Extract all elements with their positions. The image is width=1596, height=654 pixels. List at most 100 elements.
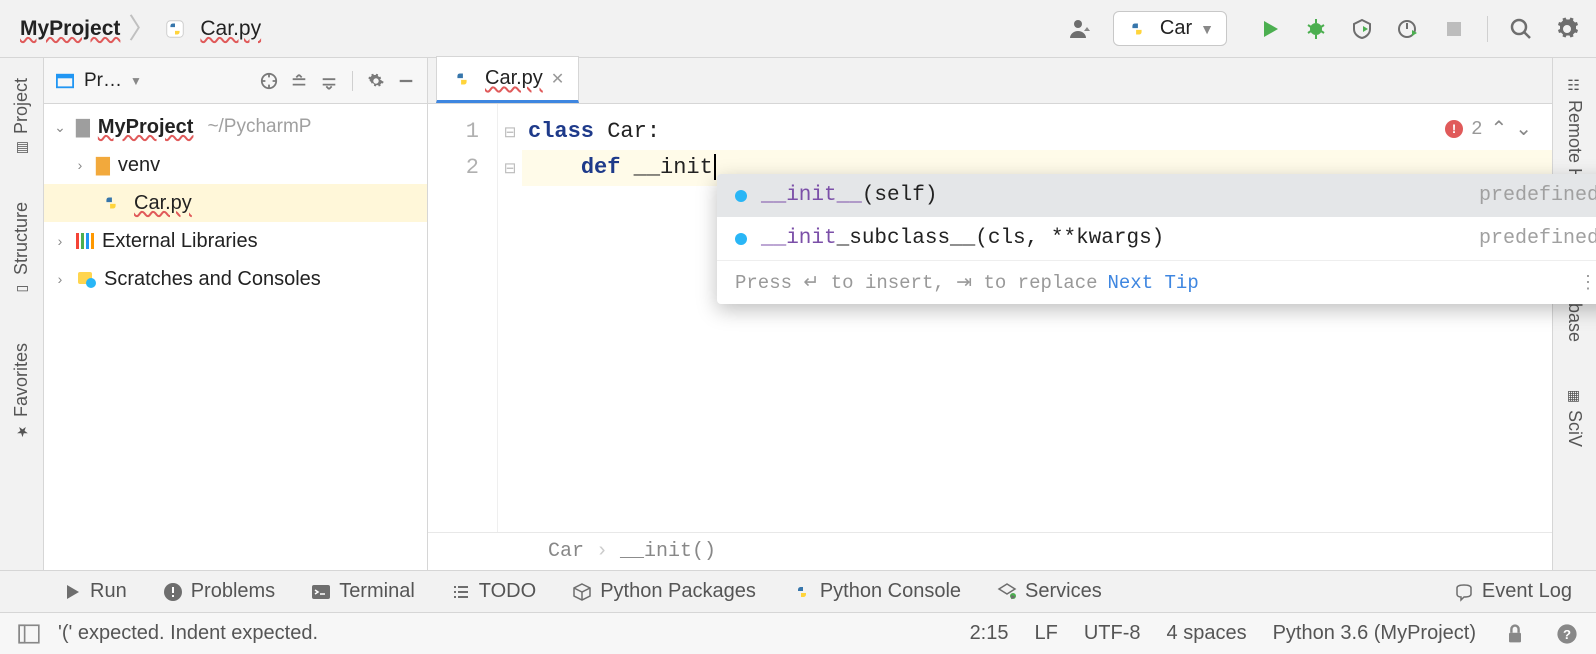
error-count: 2 <box>1471 118 1482 140</box>
more-icon[interactable]: ⋮ <box>1579 272 1596 294</box>
tw-terminal[interactable]: Terminal <box>311 580 415 603</box>
line-numbers: 1 2 <box>428 104 498 532</box>
run-button[interactable] <box>1257 16 1283 42</box>
folder-icon: ▇ <box>76 117 90 138</box>
libraries-icon <box>76 233 94 249</box>
breadcrumb: MyProject 〉 Car.py <box>20 15 261 43</box>
target-icon[interactable] <box>258 70 280 92</box>
tree-file-label: Car.py <box>134 192 192 215</box>
sidebar-project-tab[interactable]: ▤Project <box>7 70 36 164</box>
search-everywhere-button[interactable] <box>1508 16 1534 42</box>
tree-root[interactable]: ⌄ ▇ MyProject ~/PycharmP <box>44 108 427 146</box>
status-encoding[interactable]: UTF-8 <box>1084 622 1141 645</box>
crumb-class[interactable]: Car <box>548 540 584 563</box>
tree-venv-label: venv <box>118 154 160 177</box>
code-lines[interactable]: class Car: def __init __init__(self) pre… <box>522 104 1552 532</box>
completion-popup: __init__(self) predefined __init_subclas… <box>717 174 1596 304</box>
close-tab-icon[interactable]: ✕ <box>551 69 564 89</box>
status-message: '(' expected. Indent expected. <box>58 622 318 645</box>
fold-icon[interactable]: ⊟ <box>498 114 522 150</box>
scratches-icon <box>76 270 96 288</box>
coverage-button[interactable] <box>1349 16 1375 42</box>
completion-item-init-subclass[interactable]: __init_subclass__(cls, **kwargs) predefi… <box>717 217 1596 260</box>
debug-button[interactable] <box>1303 16 1329 42</box>
breadcrumb-file[interactable]: Car.py <box>200 17 261 41</box>
code-area[interactable]: 1 2 ⊟ ⊟ class Car: def __init __init__(s… <box>428 104 1552 532</box>
status-indent[interactable]: 4 spaces <box>1167 622 1247 645</box>
status-position[interactable]: 2:15 <box>970 622 1009 645</box>
editor-tabs: Car.py ✕ <box>428 58 1552 104</box>
grid-icon: ▦ <box>1567 388 1583 404</box>
tree-external-libraries[interactable]: › External Libraries <box>44 222 427 260</box>
completion-item-init[interactable]: __init__(self) predefined <box>717 174 1596 217</box>
next-error-icon[interactable]: ⌄ <box>1515 116 1532 142</box>
tree-root-path: ~/PycharmP <box>207 116 311 138</box>
next-tip-link[interactable]: Next Tip <box>1108 272 1199 294</box>
tw-services[interactable]: Services <box>997 580 1102 603</box>
breadcrumb-project[interactable]: MyProject <box>20 17 120 41</box>
tree-extlibs-label: External Libraries <box>102 230 258 253</box>
status-line-separator[interactable]: LF <box>1035 622 1058 645</box>
completion-type: predefined <box>1479 227 1596 250</box>
tw-python-console[interactable]: Python Console <box>792 580 961 603</box>
tw-python-packages[interactable]: Python Packages <box>572 580 756 603</box>
completion-footer: Press ↵ to insert, ⇥ to replace Next Tip… <box>717 260 1596 304</box>
window-icon[interactable] <box>54 70 76 92</box>
python-file-icon <box>100 192 122 214</box>
code-line-1[interactable]: class Car: <box>522 114 1552 150</box>
crumb-method[interactable]: __init() <box>620 540 716 563</box>
toolwin-toggle-icon[interactable] <box>16 621 42 647</box>
project-panel-header: Pr… ▼ <box>44 58 427 104</box>
expand-all-icon[interactable] <box>288 70 310 92</box>
run-configuration-selector[interactable]: Car ▼ <box>1113 11 1227 46</box>
tool-window-bar: Run Problems Terminal TODO Python Packag… <box>0 570 1596 612</box>
tw-run[interactable]: Run <box>62 580 127 603</box>
chevron-right-icon: › <box>52 233 68 249</box>
hide-icon[interactable] <box>395 70 417 92</box>
folder-icon: ▇ <box>96 155 110 176</box>
structure-icon: ▭ <box>14 281 30 297</box>
tree-venv[interactable]: › ▇ venv <box>44 146 427 184</box>
completion-signature: __init__(self) <box>761 184 1465 207</box>
fold-gutter: ⊟ ⊟ <box>498 104 522 532</box>
chevron-down-icon[interactable]: ▼ <box>130 74 142 88</box>
fold-icon[interactable]: ⊟ <box>498 150 522 186</box>
text-cursor <box>714 154 716 180</box>
status-interpreter[interactable]: Python 3.6 (MyProject) <box>1273 622 1476 645</box>
tree-scratches[interactable]: › Scratches and Consoles <box>44 260 427 298</box>
lock-icon[interactable] <box>1502 621 1528 647</box>
prev-error-icon[interactable]: ⌃ <box>1490 116 1507 142</box>
editor: Car.py ✕ 1 2 ⊟ ⊟ class Car: def __init <box>428 58 1552 570</box>
tw-event-log[interactable]: Event Log <box>1454 580 1572 603</box>
sidebar-favorites-tab[interactable]: ★Favorites <box>7 335 36 447</box>
collapse-all-icon[interactable] <box>318 70 340 92</box>
method-icon <box>735 190 747 202</box>
stop-button[interactable] <box>1441 16 1467 42</box>
user-icon[interactable] <box>1067 16 1093 42</box>
error-icon: ! <box>1445 120 1463 138</box>
inspection-widget[interactable]: ! 2 ⌃ ⌄ <box>1445 116 1532 142</box>
sidebar-structure-tab[interactable]: ▭Structure <box>7 194 36 305</box>
chevron-right-icon: › <box>72 157 88 173</box>
chevron-down-icon: ▼ <box>1200 21 1214 37</box>
tree-file-car[interactable]: Car.py <box>44 184 427 222</box>
tw-problems[interactable]: Problems <box>163 580 275 603</box>
python-file-icon <box>164 18 186 40</box>
profile-button[interactable] <box>1395 16 1421 42</box>
editor-tab-car[interactable]: Car.py ✕ <box>436 56 579 103</box>
left-gutter: ▤Project ▭Structure ★Favorites <box>0 58 44 570</box>
completion-signature: __init_subclass__(cls, **kwargs) <box>761 227 1465 250</box>
method-icon <box>735 233 747 245</box>
tw-todo[interactable]: TODO <box>451 580 536 603</box>
settings-button[interactable] <box>1554 16 1580 42</box>
tree-root-label: MyProject <box>98 116 194 139</box>
python-icon <box>1126 18 1148 40</box>
breadcrumb-separator-icon: 〉 <box>128 15 156 43</box>
project-header-label: Pr… <box>84 70 122 92</box>
chevron-down-icon: ⌄ <box>52 119 68 136</box>
right-gutter: ☷Remote Host ≡Database ▦SciV <box>1552 58 1596 570</box>
sidebar-sciview-tab[interactable]: ▦SciV <box>1560 380 1589 455</box>
notifications-icon[interactable]: ? <box>1554 621 1580 647</box>
gear-icon[interactable] <box>365 70 387 92</box>
chevron-right-icon: › <box>596 540 608 563</box>
